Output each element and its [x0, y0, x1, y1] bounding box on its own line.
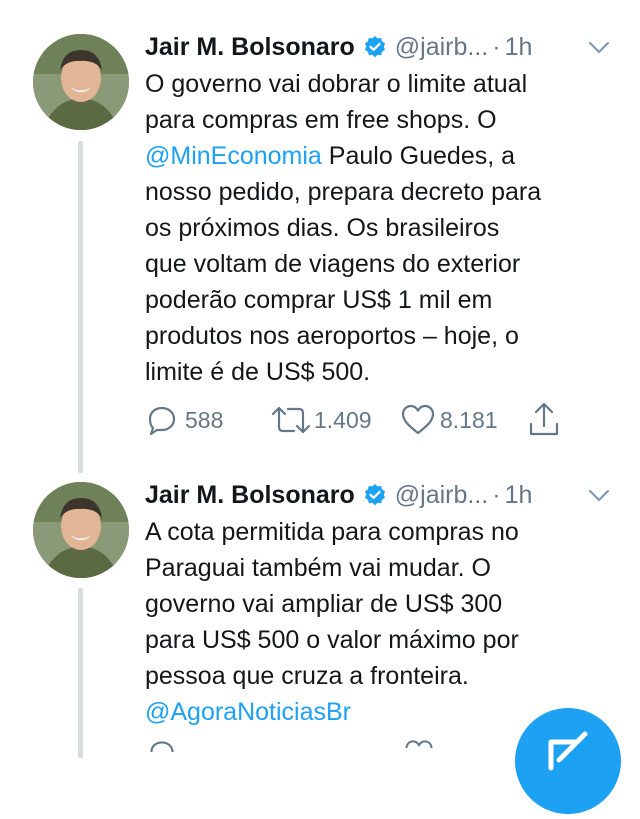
share-icon	[529, 402, 559, 436]
mention-link[interactable]: @AgoraNoticiasBr	[145, 698, 351, 726]
tweet-time[interactable]: 1h	[505, 481, 533, 510]
retweet-count: 1.409	[314, 406, 372, 433]
text-line: @MinEconomia Paulo Guedes, a	[145, 142, 516, 170]
chevron-down-icon[interactable]	[586, 482, 612, 508]
verified-badge-icon	[364, 484, 385, 506]
thread-line	[78, 588, 83, 758]
tweet-text: A cota permitida para compras no Paragua…	[145, 514, 615, 730]
author-handle[interactable]: @jairb...	[395, 33, 488, 62]
avatar[interactable]	[33, 34, 129, 130]
text-line: pessoa que cruza a fronteira.	[145, 662, 469, 690]
text-line: governo vai ampliar de US$ 300	[145, 590, 503, 618]
share-button[interactable]	[527, 400, 561, 440]
chevron-down-icon[interactable]	[586, 34, 612, 60]
compose-tweet-button[interactable]	[515, 708, 621, 814]
reply-icon	[148, 406, 176, 436]
reply-icon[interactable]	[147, 738, 177, 752]
author-name[interactable]: Jair M. Bolsonaro	[145, 33, 355, 62]
text-line: que voltam de viagens do exterior	[145, 250, 521, 278]
author-handle[interactable]: @jairb...	[395, 481, 488, 510]
text-line: para compras em free shops. O	[145, 106, 497, 134]
thread-line	[78, 141, 83, 473]
heart-icon	[401, 404, 435, 435]
text-line: nosso pedido, prepara decreto para	[145, 178, 542, 206]
verified-badge-icon	[364, 36, 385, 58]
text-line: O governo vai dobrar o limite atual	[145, 70, 528, 98]
reply-button[interactable]: 588	[145, 400, 223, 440]
text-line: produtos nos aeroportos – hoje, o	[145, 322, 519, 350]
text-line: poderão comprar US$ 1 mil em	[145, 286, 493, 314]
compose-tweet-icon	[548, 731, 588, 771]
text-line: Paraguai também vai mudar. O	[145, 554, 491, 582]
text-line: A cota permitida para compras no	[145, 518, 519, 546]
avatar[interactable]	[33, 482, 129, 578]
like-count: 8.181	[440, 406, 498, 433]
separator-dot: ·	[492, 480, 501, 509]
separator-dot: ·	[492, 32, 501, 61]
author-name[interactable]: Jair M. Bolsonaro	[145, 481, 355, 510]
like-button[interactable]: 8.181	[400, 400, 498, 440]
text-line: para US$ 500 o valor máximo por	[145, 626, 519, 654]
text-line: os próximos dias. Os brasileiros	[145, 214, 500, 242]
text-line: limite é de US$ 500.	[145, 358, 371, 386]
tweet-time[interactable]: 1h	[505, 33, 533, 62]
tweet-2[interactable]: Jair M. Bolsonaro @jairb... · 1h A cota …	[0, 470, 640, 758]
tweet-1[interactable]: Jair M. Bolsonaro @jairb... · 1h O gover…	[0, 0, 640, 473]
heart-icon[interactable]	[404, 738, 434, 752]
retweet-icon	[271, 406, 311, 434]
reply-count: 588	[185, 406, 224, 433]
tweet-actions: 588 1.409 8.181	[145, 400, 615, 440]
tweet-header: Jair M. Bolsonaro @jairb... · 1h	[145, 478, 640, 512]
tweet-text: O governo vai dobrar o limite atual para…	[145, 66, 615, 390]
mention-link[interactable]: @MinEconomia	[145, 142, 322, 170]
retweet-button[interactable]: 1.409	[270, 400, 372, 440]
tweet-header: Jair M. Bolsonaro @jairb... · 1h	[145, 30, 640, 64]
